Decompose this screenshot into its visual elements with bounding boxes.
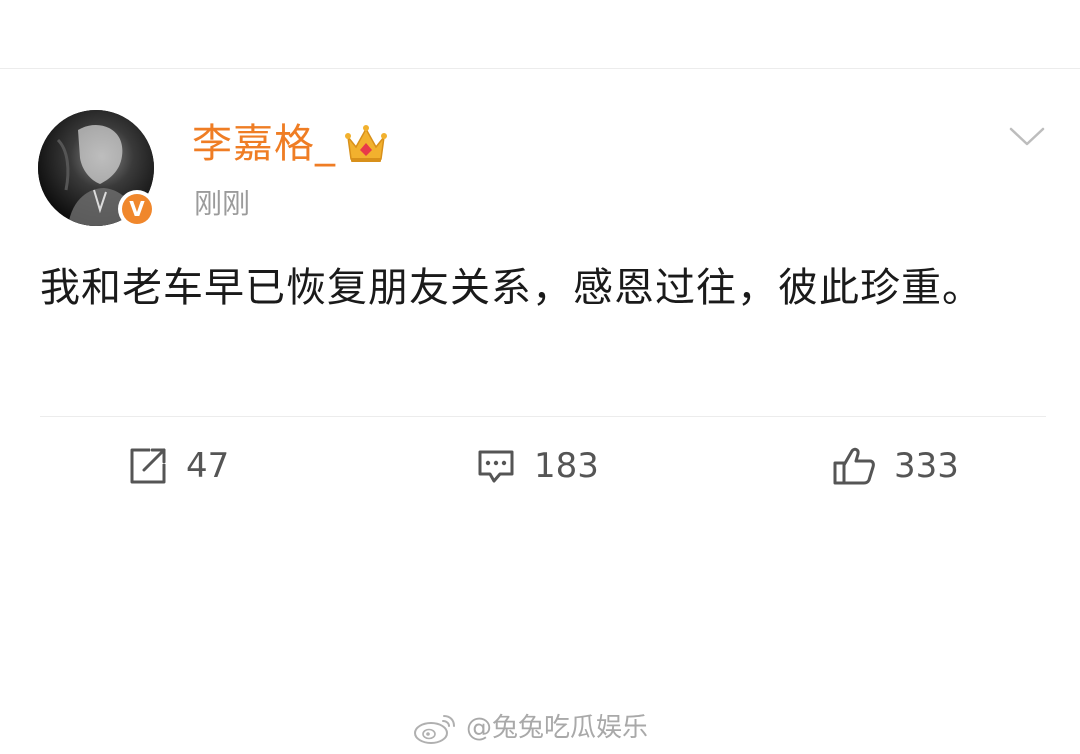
chevron-down-icon[interactable]: [1008, 124, 1046, 150]
comment-count: 183: [534, 446, 599, 486]
like-count: 333: [894, 446, 959, 486]
weibo-logo-icon: [414, 715, 455, 744]
top-divider: [0, 68, 1080, 69]
post-timestamp: 刚刚: [194, 187, 251, 220]
weibo-post-screen: V 李嘉格_ 刚刚 我和老车早已恢复朋友关系，感恩过往，彼此珍重。 47 183…: [0, 0, 1080, 754]
watermark-text: @兔兔吃瓜娱乐: [466, 713, 649, 743]
like-button[interactable]: 333: [832, 442, 959, 490]
author-row: 李嘉格_: [192, 118, 388, 170]
comment-icon: [478, 450, 514, 483]
share-icon: [130, 448, 166, 484]
action-divider: [40, 416, 1046, 417]
post-body: 我和老车早已恢复朋友关系，感恩过往，彼此珍重。: [40, 265, 983, 311]
verified-badge: V: [118, 190, 156, 228]
repost-count: 47: [186, 446, 230, 486]
crown-icon: [345, 125, 387, 162]
thumbs-up-icon: [833, 447, 875, 485]
verified-mark: V: [122, 194, 152, 224]
comment-button[interactable]: 183: [476, 442, 599, 490]
repost-button[interactable]: 47: [128, 442, 229, 490]
author-name[interactable]: 李嘉格_: [192, 118, 336, 170]
watermark: @兔兔吃瓜娱乐: [412, 706, 648, 750]
